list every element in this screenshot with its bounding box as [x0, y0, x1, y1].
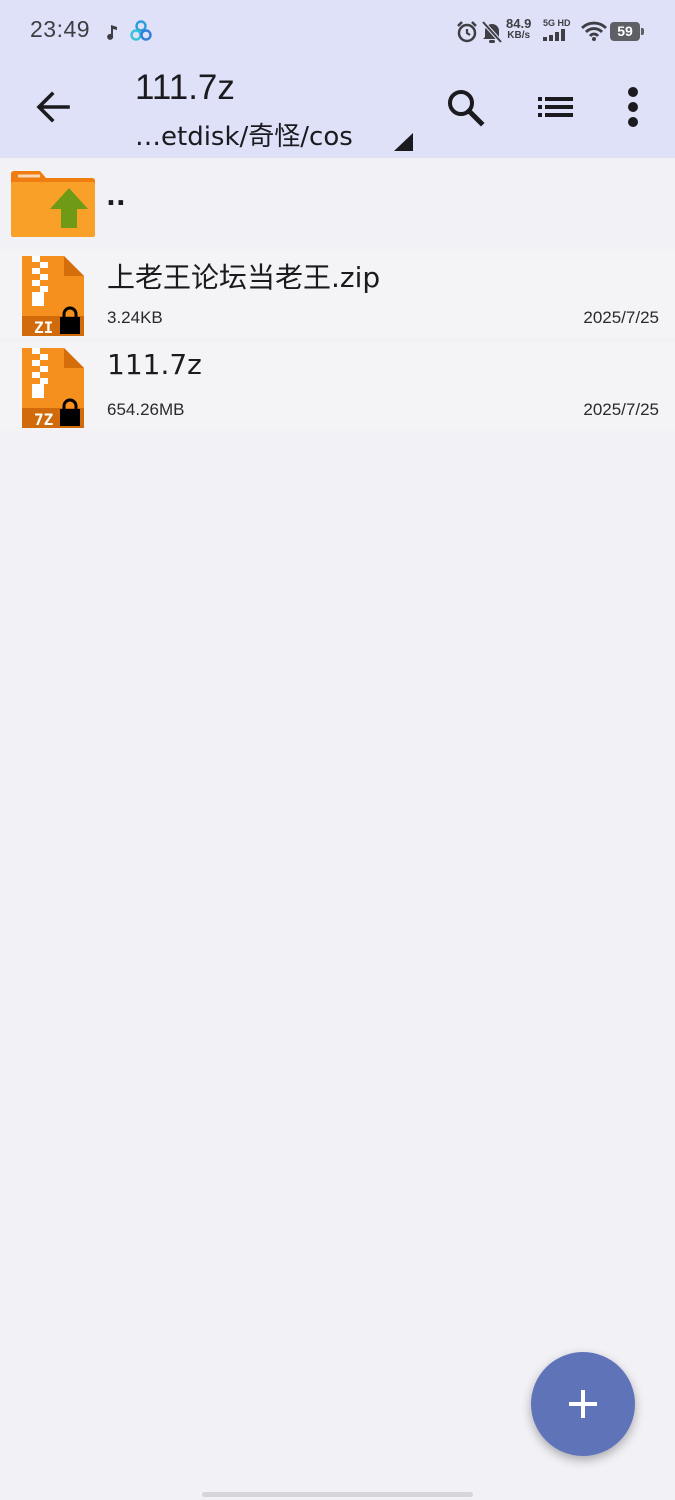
- back-arrow-icon[interactable]: [30, 84, 76, 130]
- wifi-icon: [581, 21, 607, 41]
- app-notification-icon: [130, 20, 152, 41]
- network-speed: 84.9 KB/s: [506, 16, 532, 42]
- current-path[interactable]: …etdisk/奇怪/cos: [135, 116, 353, 153]
- battery-indicator: 59: [610, 22, 644, 41]
- search-icon[interactable]: [440, 82, 490, 132]
- app-header: 23:49 84.9 KB/s 5G HD 59 111.7z …etdisk/…: [0, 0, 675, 158]
- archive-zip-icon: ZI: [22, 256, 84, 337]
- speed-unit: KB/s: [507, 30, 531, 41]
- list-item[interactable]: ZI 上老王论坛当老王.zip 3.24KB 2025/7/25: [0, 250, 675, 338]
- parent-directory-row[interactable]: ..: [0, 170, 675, 250]
- file-name: 上老王论坛当老王.zip: [107, 261, 381, 294]
- music-note-icon: [107, 25, 117, 40]
- gesture-nav-bar[interactable]: [202, 1492, 473, 1497]
- parent-directory-label: ..: [106, 182, 126, 212]
- add-button[interactable]: [531, 1352, 635, 1456]
- add-icon: [569, 1390, 597, 1418]
- network-type: 5G HD: [543, 18, 571, 41]
- list-view-icon[interactable]: [530, 82, 580, 132]
- folder-up-icon: [11, 171, 95, 237]
- path-dropdown-icon[interactable]: [392, 132, 414, 152]
- more-vert-icon[interactable]: [608, 82, 658, 132]
- list-item[interactable]: 7Z 111.7z 654.26MB 2025/7/25: [0, 342, 675, 430]
- file-date: 2025/7/25: [583, 400, 659, 419]
- toolbar: 111.7z …etdisk/奇怪/cos: [0, 62, 675, 158]
- file-size: 654.26MB: [107, 400, 185, 419]
- svg-text:ZI: ZI: [34, 318, 53, 337]
- notifications-off-icon: [481, 20, 503, 44]
- speed-value: 84.9: [506, 16, 532, 31]
- file-name: 111.7z: [107, 348, 202, 381]
- status-bar: 23:49 84.9 KB/s 5G HD 59: [0, 0, 675, 62]
- status-time: 23:49: [30, 16, 91, 42]
- network-label: 5G HD: [543, 18, 571, 28]
- svg-text:7Z: 7Z: [34, 410, 54, 429]
- signal-icon: [543, 29, 565, 41]
- file-size: 3.24KB: [107, 308, 163, 327]
- page-title: 111.7z: [135, 68, 235, 107]
- alarm-icon: [457, 21, 477, 43]
- file-date: 2025/7/25: [583, 308, 659, 327]
- archive-7z-icon: 7Z: [22, 348, 84, 429]
